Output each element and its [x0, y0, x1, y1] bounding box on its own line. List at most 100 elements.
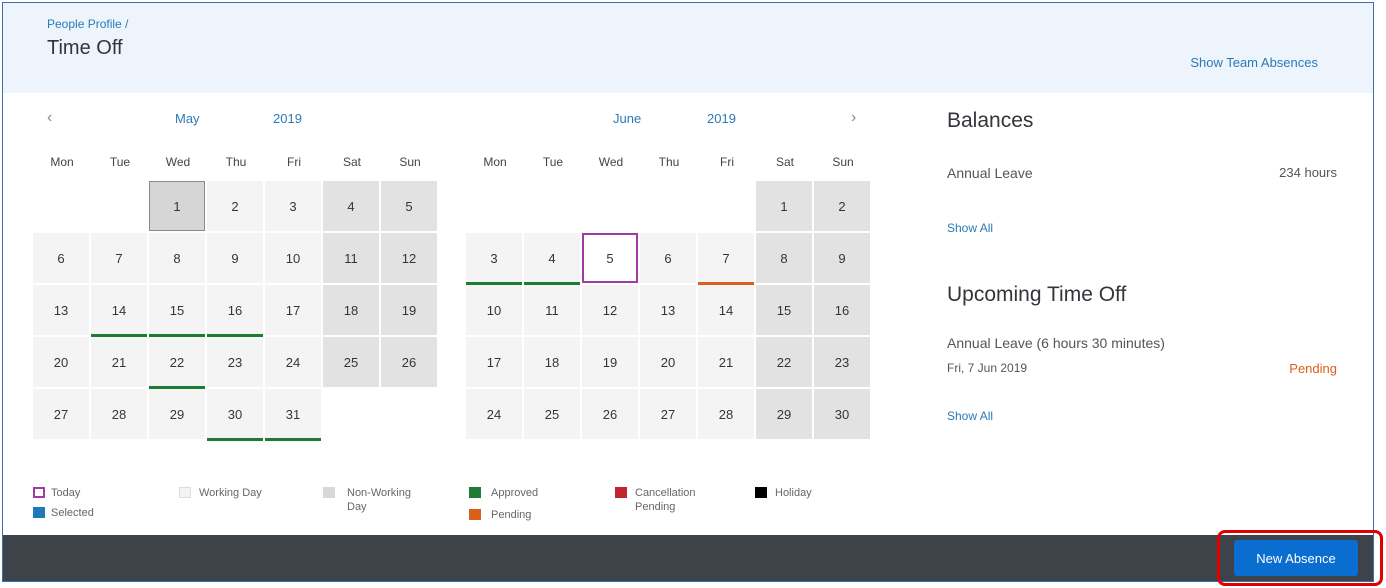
calendar-day[interactable]: 6 — [33, 233, 89, 283]
calendar-day[interactable]: 2 — [207, 181, 263, 231]
calendar-day[interactable]: 16 — [814, 285, 870, 335]
upcoming-title: Upcoming Time Off — [947, 283, 1127, 306]
calendar-day[interactable]: 5 — [381, 181, 437, 231]
calendar-day[interactable]: 27 — [640, 389, 696, 439]
calendar-day[interactable]: 30 — [207, 389, 263, 441]
calendar-day[interactable]: 25 — [323, 337, 379, 387]
legend-today: Today — [51, 487, 81, 499]
weekday-header: Mon — [50, 155, 74, 169]
calendar-day[interactable]: 14 — [91, 285, 147, 337]
calendar-day[interactable]: 4 — [323, 181, 379, 231]
calendar-day[interactable]: 21 — [698, 337, 754, 387]
upcoming-item-label[interactable]: Annual Leave (6 hours 30 minutes) — [947, 335, 1165, 351]
balances-title: Balances — [947, 109, 1034, 132]
non-working-day-swatch-icon — [323, 487, 335, 498]
balance-label: Annual Leave — [947, 165, 1033, 181]
calendar-day[interactable]: 8 — [149, 233, 205, 283]
calendar-day[interactable]: 30 — [814, 389, 870, 439]
calendar-day[interactable]: 17 — [265, 285, 321, 335]
cancellation-swatch-icon — [615, 487, 627, 498]
calendar-day[interactable]: 20 — [640, 337, 696, 387]
calendar-day[interactable]: 1 — [149, 181, 205, 231]
calendar-day[interactable]: 28 — [91, 389, 147, 439]
calendar-day[interactable]: 5 — [582, 233, 638, 283]
calendar-day[interactable]: 13 — [33, 285, 89, 335]
weekday-header: Tue — [109, 155, 131, 169]
calendar-day[interactable]: 29 — [756, 389, 812, 439]
show-team-absences-link[interactable]: Show Team Absences — [1190, 55, 1318, 70]
calendar-day[interactable]: 12 — [381, 233, 437, 283]
calendar-day[interactable]: 9 — [814, 233, 870, 283]
upcoming-item-date: Fri, 7 Jun 2019 — [947, 361, 1028, 375]
calendar-day[interactable]: 10 — [466, 285, 522, 335]
calendar-day[interactable]: 28 — [698, 389, 754, 439]
calendar-day[interactable]: 21 — [91, 337, 147, 387]
calendar-day[interactable]: 24 — [265, 337, 321, 387]
calendar-day[interactable]: 6 — [640, 233, 696, 283]
calendar-day[interactable]: 3 — [466, 233, 522, 285]
calendar-day[interactable]: 11 — [323, 233, 379, 283]
calendar-day[interactable]: 19 — [381, 285, 437, 335]
pending-swatch-icon — [469, 509, 481, 520]
upcoming-show-all-link[interactable]: Show All — [947, 409, 993, 423]
calendar-day[interactable]: 24 — [466, 389, 522, 439]
legend-holiday: Holiday — [775, 487, 812, 499]
calendar-day[interactable]: 23 — [207, 337, 263, 387]
calendar-day[interactable]: 18 — [323, 285, 379, 335]
balances-show-all-link[interactable]: Show All — [947, 221, 993, 235]
calendar-day[interactable]: 8 — [756, 233, 812, 283]
month-select-june[interactable]: June — [613, 111, 641, 126]
balance-value: 234 hours — [1279, 165, 1337, 180]
calendar-day[interactable]: 29 — [149, 389, 205, 439]
weekday-header: Sun — [832, 155, 854, 169]
calendar-day[interactable]: 15 — [756, 285, 812, 335]
calendar-day[interactable]: 9 — [207, 233, 263, 283]
calendar-day[interactable]: 26 — [381, 337, 437, 387]
calendar-day[interactable]: 16 — [207, 285, 263, 337]
month-select-may[interactable]: May — [175, 111, 200, 126]
year-select-june[interactable]: 2019 — [707, 111, 736, 126]
weekday-header: Sat — [342, 155, 361, 169]
legend-non-working-day: Non-Working Day — [347, 487, 411, 513]
calendar-day[interactable]: 10 — [265, 233, 321, 283]
weekday-header: Fri — [720, 155, 734, 169]
calendar-day[interactable]: 1 — [756, 181, 812, 231]
calendar-day[interactable]: 18 — [524, 337, 580, 387]
calendar-day[interactable]: 7 — [91, 233, 147, 283]
legend-selected: Selected — [51, 507, 94, 519]
chevron-left-icon[interactable]: ‹ — [47, 109, 52, 127]
page-header: People Profile / Time Off Show Team Abse… — [3, 3, 1373, 93]
calendar-day[interactable]: 2 — [814, 181, 870, 231]
weekday-header: Thu — [225, 155, 247, 169]
calendar-day[interactable]: 3 — [265, 181, 321, 231]
weekday-header: Thu — [658, 155, 680, 169]
calendar-day[interactable]: 23 — [814, 337, 870, 387]
status-badge: Pending — [1289, 361, 1337, 376]
calendar-day[interactable]: 31 — [265, 389, 321, 441]
footer-bar — [3, 535, 1373, 581]
calendar-day[interactable]: 17 — [466, 337, 522, 387]
calendar-day[interactable]: 14 — [698, 285, 754, 335]
breadcrumb[interactable]: People Profile / — [47, 17, 128, 31]
calendar-day[interactable]: 7 — [698, 233, 754, 285]
calendar-day[interactable]: 26 — [582, 389, 638, 439]
calendar-day[interactable]: 25 — [524, 389, 580, 439]
calendar-day[interactable]: 20 — [33, 337, 89, 387]
chevron-right-icon[interactable]: › — [851, 109, 856, 127]
calendar-day[interactable]: 22 — [149, 337, 205, 389]
calendar-day[interactable]: 19 — [582, 337, 638, 387]
new-absence-button[interactable]: New Absence — [1234, 540, 1358, 576]
weekday-header: Fri — [287, 155, 301, 169]
calendar-day[interactable]: 27 — [33, 389, 89, 439]
calendar-day[interactable]: 15 — [149, 285, 205, 337]
calendar-day[interactable]: 22 — [756, 337, 812, 387]
calendar-day[interactable]: 12 — [582, 285, 638, 335]
today-swatch-icon — [33, 487, 45, 498]
approved-swatch-icon — [469, 487, 481, 498]
weekday-header: Tue — [542, 155, 564, 169]
calendar-day[interactable]: 4 — [524, 233, 580, 285]
year-select-may[interactable]: 2019 — [273, 111, 302, 126]
calendar-day[interactable]: 11 — [524, 285, 580, 335]
weekday-header: Wed — [598, 155, 624, 169]
calendar-day[interactable]: 13 — [640, 285, 696, 335]
